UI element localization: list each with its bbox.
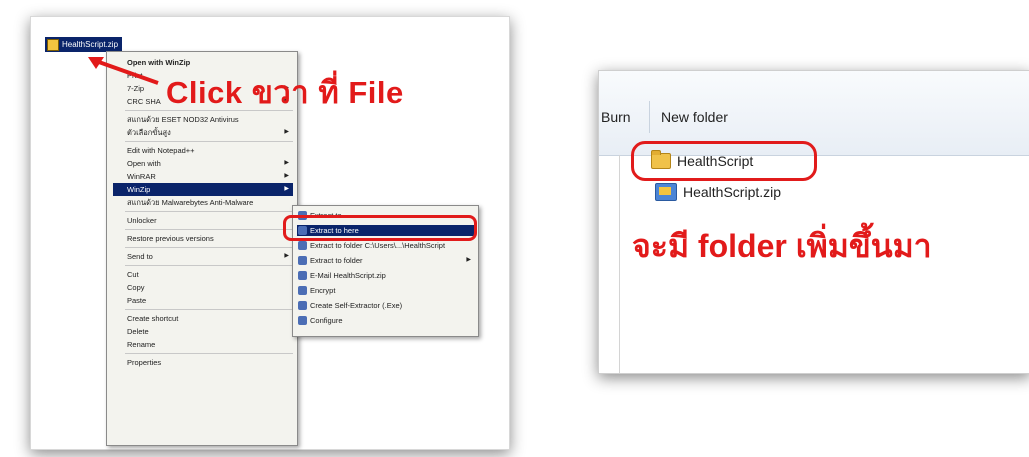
file-item-healthscript-zip[interactable]: HealthScript.zip [45,37,123,52]
context-menu-item-winzip[interactable]: WinZip ▶ [113,183,293,196]
context-menu-item-restore-previous-versions[interactable]: Restore previous versions [113,232,293,245]
context-menu-item-malwarebytes-anti-malware[interactable]: สแกนด้วย Malwarebytes Anti-Malware [113,196,293,209]
pane-divider [619,155,620,373]
context-menu-label: CRC SHA [127,97,161,106]
context-menu-label: WinRAR [127,172,156,181]
new-folder-button[interactable]: New folder [661,109,728,125]
menu-separator [125,211,293,212]
context-menu-item-delete[interactable]: Delete [113,325,293,338]
zip-name-label: HealthScript.zip [683,184,782,200]
submenu-item-e-mail-healthscript-zip[interactable]: E-Mail HealthScript.zip [297,270,474,281]
highlight-ring-new-folder [631,141,817,181]
context-menu-label: Open with [127,159,161,168]
context-menu-label: WinZip [127,185,151,194]
file-item-healthscript-zip[interactable]: HealthScript.zip [655,183,781,201]
context-menu-label: Unlocker [127,216,157,225]
submenu-arrow-icon: ▶ [284,160,289,166]
context-menu-label: Create shortcut [127,314,179,323]
menu-separator [125,247,293,248]
new-folder-annotation: จะมี folder เพิ่มขึ้นมา [632,228,932,264]
menu-separator [125,353,293,354]
submenu-arrow-icon: ▶ [466,257,471,263]
toolbar-divider [649,101,650,133]
winzip-action-icon [298,256,307,265]
context-menu-label: ตัวเลือกขั้นสูง [127,128,171,137]
submenu-label: E-Mail HealthScript.zip [310,271,386,280]
context-menu-item-cut[interactable]: Cut [113,268,293,281]
winzip-action-icon [298,301,307,310]
context-menu-item-send-to[interactable]: Send to ▶ [113,250,293,263]
red-pointer-arrow-icon [88,57,159,85]
context-menu-item-properties[interactable]: Properties [113,356,293,369]
context-menu-label: Send to [127,252,153,261]
submenu-label: Extract to folder C:\Users\...\HealthScr… [310,241,446,250]
submenu-item-extract-to-folder[interactable]: Extract to folder ▶ [297,255,474,266]
context-menu-label: Paste [127,296,147,305]
context-menu-item-unlocker[interactable]: Unlocker [113,214,293,227]
file-name-label: HealthScript.zip [62,40,119,49]
context-menu-item-paste[interactable]: Paste [113,294,293,307]
submenu-label: Extract to folder [310,256,363,265]
context-menu-label: Cut [127,270,139,279]
context-menu-label: Restore previous versions [127,234,214,243]
context-menu-item-copy[interactable]: Copy [113,281,293,294]
context-menu-label: สแกนด้วย Malwarebytes Anti-Malware [127,198,254,207]
winzip-action-icon [298,316,307,325]
context-menu-item-open-with[interactable]: Open with ▶ [113,157,293,170]
context-menu-item-item[interactable]: ตัวเลือกขั้นสูง ▶ [113,126,293,139]
submenu-arrow-icon: ▶ [284,173,289,179]
menu-separator [125,265,293,266]
submenu-item-extract-to-folder-c-users-healthscript[interactable]: Extract to folder C:\Users\...\HealthScr… [297,240,474,251]
right-click-annotation: Click ขวา ที่ File [166,75,404,110]
context-menu-item-winrar[interactable]: WinRAR ▶ [113,170,293,183]
submenu-label: Encrypt [310,286,336,295]
context-menu-label: Copy [127,283,145,292]
submenu-item-encrypt[interactable]: Encrypt [297,285,474,296]
submenu-arrow-icon: ▶ [284,186,289,192]
winzip-action-icon [298,271,307,280]
submenu-arrow-icon: ▶ [284,129,289,135]
context-menu-item-create-shortcut[interactable]: Create shortcut [113,312,293,325]
burn-button[interactable]: Burn [601,109,631,125]
highlight-ring-extract-here [283,215,477,241]
context-menu-label: Edit with Notepad++ [127,146,195,155]
menu-separator [125,141,293,142]
menu-separator [125,309,293,310]
submenu-item-configure[interactable]: Configure [297,315,474,326]
submenu-label: Configure [310,316,343,325]
context-menu-item-edit-with-notepad[interactable]: Edit with Notepad++ [113,144,293,157]
zip-file-icon [655,183,677,201]
submenu-arrow-icon: ▶ [284,253,289,259]
winzip-action-icon [298,286,307,295]
context-menu-label: Delete [127,327,149,336]
submenu-item-create-self-extractor-exe[interactable]: Create Self-Extractor (.Exe) [297,300,474,311]
menu-separator [125,229,293,230]
winzip-action-icon [298,241,307,250]
context-menu-label: Properties [127,358,162,367]
zip-file-icon [47,38,59,51]
context-menu-label: Rename [127,340,156,349]
left-screenshot-panel: HealthScript.zip Open with WinZipPrint7-… [30,16,510,450]
submenu-label: Create Self-Extractor (.Exe) [310,301,403,310]
context-menu-item-rename[interactable]: Rename [113,338,293,351]
